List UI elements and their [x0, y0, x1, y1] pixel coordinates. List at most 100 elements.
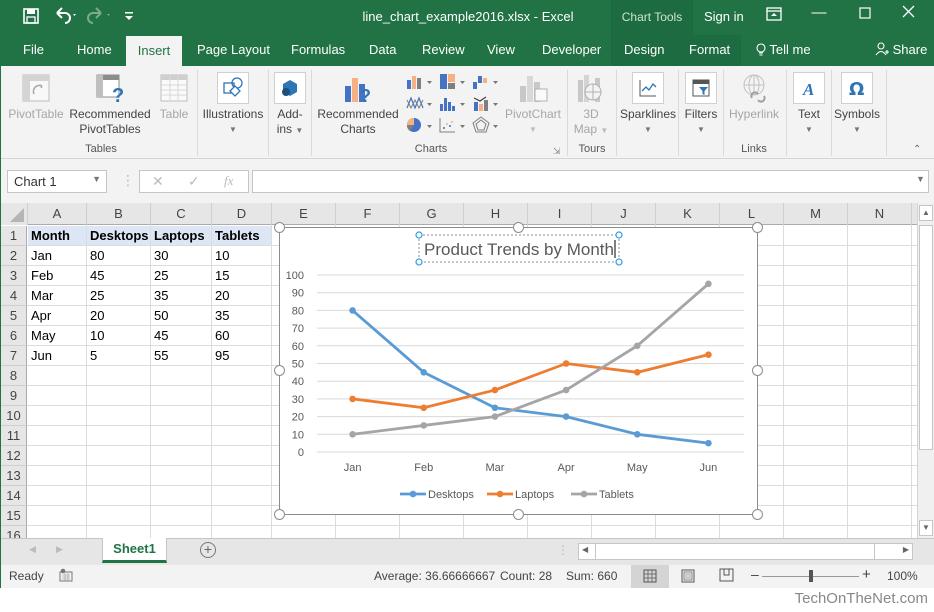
resize-handle-right[interactable]	[752, 365, 763, 376]
cell-b5[interactable]: 20	[87, 306, 151, 326]
cell-d7[interactable]: 95	[212, 346, 272, 366]
maximize-icon[interactable]	[855, 6, 875, 23]
column-header-l[interactable]: L	[720, 203, 784, 225]
sheet-tab-sheet1[interactable]: Sheet1	[102, 538, 167, 563]
tab-page-layout[interactable]: Page Layout	[197, 42, 270, 57]
cell-c2[interactable]: 30	[151, 246, 212, 266]
chart-title[interactable]: Product Trends by Month	[424, 240, 614, 259]
row-header-6[interactable]: 6	[1, 326, 27, 346]
row-header-8[interactable]: 8	[1, 366, 27, 386]
resize-handle-top-right[interactable]	[752, 222, 763, 233]
column-header-f[interactable]: F	[336, 203, 400, 225]
recommended-charts-button[interactable]: ? Recommended Charts	[314, 72, 402, 137]
3d-map-button[interactable]: 3D Map ▼	[570, 72, 612, 138]
column-header-g[interactable]: G	[400, 203, 464, 225]
cell-a7[interactable]: Jun	[28, 346, 87, 366]
page-break-view-icon[interactable]	[719, 568, 734, 585]
hyperlink-button[interactable]: Hyperlink	[725, 72, 783, 122]
scroll-left-button[interactable]: ◀	[582, 545, 588, 554]
illustrations-button[interactable]: Illustrations ▼	[200, 72, 266, 137]
cell-c7[interactable]: 55	[151, 346, 212, 366]
sign-in-link[interactable]: Sign in	[704, 9, 744, 24]
row-header-3[interactable]: 3	[1, 266, 27, 286]
ribbon-display-options-icon[interactable]	[764, 7, 784, 25]
resize-handle-top-left[interactable]	[274, 222, 285, 233]
prev-sheet-icon[interactable]: ◀	[29, 544, 36, 555]
splitter-icon[interactable]: ⋮	[557, 543, 569, 557]
filters-button[interactable]: Filters ▼	[681, 72, 721, 137]
radar-chart-icon[interactable]	[471, 116, 501, 139]
statistic-chart-icon[interactable]	[438, 94, 468, 117]
cell-b2[interactable]: 80	[87, 246, 151, 266]
combo-chart-icon[interactable]	[471, 94, 501, 117]
scatter-chart-icon[interactable]	[438, 116, 468, 139]
column-chart-icon[interactable]	[405, 72, 435, 95]
symbols-button[interactable]: Ω Symbols ▼	[833, 72, 881, 137]
expand-formula-bar-icon[interactable]: ▼	[916, 174, 925, 184]
cell-a3[interactable]: Feb	[28, 266, 87, 286]
share-button[interactable]: Share	[875, 42, 927, 57]
tab-home[interactable]: Home	[77, 42, 112, 57]
tab-review[interactable]: Review	[422, 42, 465, 57]
tab-file[interactable]: File	[23, 42, 44, 57]
row-header-15[interactable]: 15	[1, 506, 27, 526]
cell-d1[interactable]: Tablets	[212, 226, 272, 246]
cell-a4[interactable]: Mar	[28, 286, 87, 306]
cell-c1[interactable]: Laptops	[151, 226, 212, 246]
cell-c3[interactable]: 25	[151, 266, 212, 286]
name-box[interactable]: Chart 1 ▼	[7, 170, 107, 193]
cell-b1[interactable]: Desktops	[87, 226, 151, 246]
row-header-16[interactable]: 16	[1, 526, 27, 538]
vertical-scroll-thumb[interactable]	[919, 225, 933, 450]
scroll-up-button[interactable]: ▲	[919, 205, 933, 221]
row-header-2[interactable]: 2	[1, 246, 27, 266]
cell-d5[interactable]: 35	[212, 306, 272, 326]
normal-view-button[interactable]	[631, 565, 669, 588]
row-header-1[interactable]: 1	[1, 226, 27, 246]
recommended-pivottables-button[interactable]: ? Recommended PivotTables	[68, 72, 152, 137]
cell-b4[interactable]: 25	[87, 286, 151, 306]
resize-handle-bottom-right[interactable]	[752, 509, 763, 520]
column-header-d[interactable]: D	[212, 203, 272, 225]
horizontal-scrollbar[interactable]: ◀ ▶	[578, 543, 913, 560]
pivottable-button[interactable]: PivotTable	[6, 72, 66, 122]
column-header-c[interactable]: C	[151, 203, 212, 225]
scroll-right-button[interactable]: ▶	[903, 545, 909, 554]
cell-c6[interactable]: 45	[151, 326, 212, 346]
column-header-k[interactable]: K	[656, 203, 720, 225]
sparklines-button[interactable]: Sparklines ▼	[618, 72, 678, 137]
cell-d4[interactable]: 20	[212, 286, 272, 306]
line-chart-icon[interactable]	[405, 94, 435, 117]
cell-d3[interactable]: 15	[212, 266, 272, 286]
resize-handle-top[interactable]	[513, 222, 524, 233]
formula-input[interactable]	[252, 170, 929, 193]
row-header-11[interactable]: 11	[1, 426, 27, 446]
row-header-9[interactable]: 9	[1, 386, 27, 406]
scroll-down-button[interactable]: ▼	[919, 520, 933, 536]
next-sheet-icon[interactable]: ▶	[56, 544, 63, 555]
table-button[interactable]: Table	[155, 72, 193, 122]
row-header-14[interactable]: 14	[1, 486, 27, 506]
cell-a2[interactable]: Jan	[28, 246, 87, 266]
close-icon[interactable]	[898, 5, 918, 22]
row-header-10[interactable]: 10	[1, 406, 27, 426]
cell-c5[interactable]: 50	[151, 306, 212, 326]
page-layout-view-icon[interactable]	[681, 569, 695, 586]
cell-d2[interactable]: 10	[212, 246, 272, 266]
horizontal-scroll-thumb[interactable]	[595, 544, 875, 559]
cell-d6[interactable]: 60	[212, 326, 272, 346]
minimize-icon[interactable]: —	[809, 4, 829, 21]
zoom-slider-thumb[interactable]	[808, 570, 813, 582]
enter-icon[interactable]: ✓	[188, 173, 200, 190]
column-header-i[interactable]: I	[528, 203, 592, 225]
row-header-5[interactable]: 5	[1, 306, 27, 326]
new-sheet-icon[interactable]: +	[200, 542, 216, 558]
column-header-a[interactable]: A	[28, 203, 87, 225]
dialog-launcher-icon[interactable]: ⇲	[553, 146, 561, 157]
cell-c4[interactable]: 35	[151, 286, 212, 306]
pie-chart-icon[interactable]	[405, 116, 435, 139]
chevron-down-icon[interactable]: ▼	[92, 174, 101, 184]
insert-function-icon[interactable]: fx	[224, 173, 233, 189]
tab-developer[interactable]: Developer	[542, 42, 601, 57]
cell-a1[interactable]: Month	[28, 226, 87, 246]
